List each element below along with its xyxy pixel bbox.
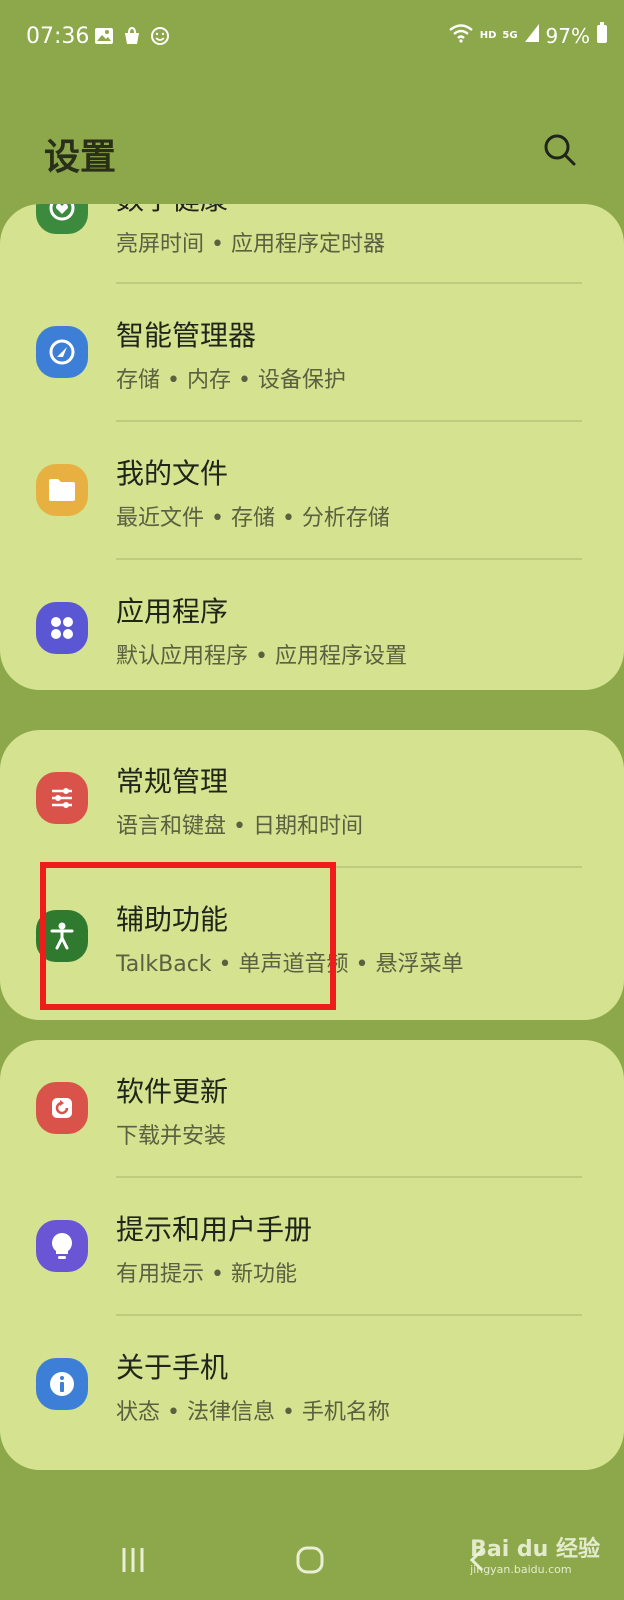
recent-apps-icon (122, 1548, 144, 1572)
list-item-device-care[interactable]: 智能管理器 存储 • 内存 • 设备保护 (0, 284, 624, 422)
status-bar: 07:36 HD 5G 97% (0, 0, 624, 80)
status-right: HD 5G 97% (448, 22, 608, 49)
settings-group-3: 软件更新 下载并安装 提示和用户手册 有用提示 • 新功能 关于手机 状态 • … (0, 1040, 624, 1470)
list-item-software-update[interactable]: 软件更新 下载并安装 (0, 1040, 624, 1178)
row-title: 常规管理 (116, 765, 229, 798)
row-subtitle: 下载并安装 (116, 1124, 227, 1149)
recent-apps-button[interactable] (110, 1540, 156, 1580)
row-subtitle: 存储 • 内存 • 设备保护 (116, 368, 346, 393)
row-title: 提示和用户手册 (116, 1213, 313, 1246)
settings-group-1: 数字健康 亮屏时间 • 应用程序定时器 智能管理器 存储 • 内存 • 设备保护… (0, 204, 624, 690)
row-title: 智能管理器 (116, 319, 257, 352)
row-subtitle: 状态 • 法律信息 • 手机名称 (116, 1400, 390, 1425)
list-item-tips-manual[interactable]: 提示和用户手册 有用提示 • 新功能 (0, 1178, 624, 1316)
list-item-general-management[interactable]: 常规管理 语言和键盘 • 日期和时间 (0, 730, 624, 868)
status-notification-icons (94, 26, 170, 46)
signal-icon (524, 23, 540, 48)
list-item-digital-wellbeing[interactable]: 数字健康 亮屏时间 • 应用程序定时器 (0, 204, 624, 276)
highlight-annotation (40, 862, 336, 1010)
device-care-icon (36, 326, 88, 378)
row-title: 数字健康 (116, 204, 228, 218)
sliders-icon (36, 772, 88, 824)
row-subtitle: 默认应用程序 • 应用程序设置 (116, 644, 407, 669)
software-update-icon (36, 1082, 88, 1134)
row-subtitle: 亮屏时间 • 应用程序定时器 (116, 232, 385, 257)
home-icon (296, 1546, 324, 1574)
5g-tag: 5G (502, 30, 518, 41)
watermark-sub: jingyan.baidu.com (470, 1563, 572, 1576)
search-button[interactable] (536, 126, 584, 174)
smiley-icon (150, 26, 170, 46)
list-item-apps[interactable]: 应用程序 默认应用程序 • 应用程序设置 (0, 560, 624, 690)
watermark: Bai du 经验 jingyan.baidu.com (470, 1531, 600, 1576)
watermark-text: Bai du 经验 (470, 1537, 600, 1562)
shopping-bag-icon (122, 26, 142, 46)
search-icon (544, 134, 576, 166)
page-title: 设置 (44, 137, 117, 178)
row-subtitle: 有用提示 • 新功能 (116, 1262, 297, 1287)
hd-tag: HD (479, 30, 497, 41)
battery-text: 97% (545, 23, 590, 48)
folder-icon (36, 464, 88, 516)
battery-icon (596, 22, 608, 49)
row-title: 软件更新 (116, 1075, 229, 1108)
home-button[interactable] (287, 1540, 333, 1580)
wifi-icon (448, 23, 474, 48)
list-item-about-phone[interactable]: 关于手机 状态 • 法律信息 • 手机名称 (0, 1316, 624, 1454)
row-title: 我的文件 (116, 457, 229, 490)
apps-icon (36, 602, 88, 654)
header: 设置 (0, 120, 624, 190)
list-item-my-files[interactable]: 我的文件 最近文件 • 存储 • 分析存储 (0, 422, 624, 560)
info-icon (36, 1358, 88, 1410)
row-title: 关于手机 (116, 1351, 229, 1384)
row-subtitle: 语言和键盘 • 日期和时间 (116, 814, 363, 839)
row-subtitle: 最近文件 • 存储 • 分析存储 (116, 506, 390, 531)
row-title: 应用程序 (116, 595, 229, 628)
status-time: 07:36 (26, 24, 90, 49)
lightbulb-icon (36, 1220, 88, 1272)
digital-wellbeing-icon (36, 204, 88, 234)
image-icon (94, 26, 114, 46)
